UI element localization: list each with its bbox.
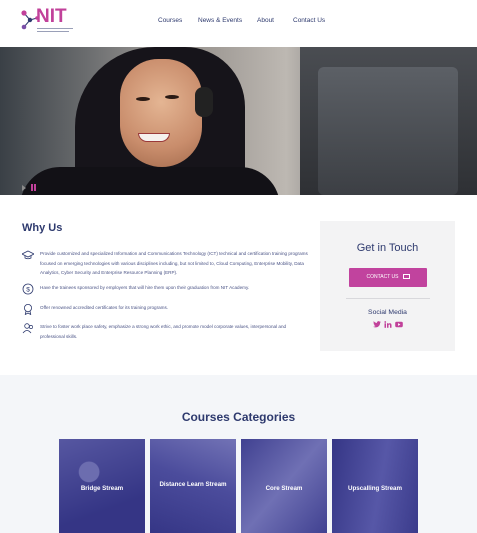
headset-icon	[195, 87, 213, 117]
envelope-icon	[402, 274, 410, 279]
users-icon	[22, 323, 33, 334]
hero-smile	[138, 133, 170, 142]
course-card-upscalling-stream[interactable]: Upscalling Stream	[332, 439, 418, 533]
youtube-icon[interactable]	[395, 321, 403, 328]
hero-eye	[165, 95, 179, 99]
play-icon[interactable]	[22, 185, 26, 191]
course-card-bridge-stream[interactable]: Bridge Stream	[59, 439, 145, 533]
contact-us-button[interactable]: CONTACT US	[349, 268, 427, 287]
dollar-icon: $	[22, 283, 34, 295]
certificate-icon	[24, 304, 32, 315]
pause-icon[interactable]	[31, 184, 36, 191]
divider	[346, 298, 430, 299]
course-card-label: Bridge Stream	[80, 485, 124, 492]
hero-monitor	[318, 67, 458, 195]
linkedin-icon[interactable]	[384, 321, 392, 328]
site-header: NIT Courses News & Events About Contact …	[0, 0, 477, 47]
nav-news-events[interactable]: News & Events	[198, 17, 242, 24]
courses-categories-title: Courses Categories	[181, 410, 296, 424]
site-logo[interactable]: NIT	[20, 6, 76, 38]
why-item-text: Offer renowned accredited certificates f…	[40, 305, 169, 310]
twitter-icon[interactable]	[373, 321, 381, 328]
nav-about[interactable]: About	[257, 17, 274, 24]
hero-shoulder	[20, 167, 280, 195]
graduation-cap-icon	[22, 250, 34, 260]
why-item-text: Provide customized and specialized Infor…	[40, 251, 308, 275]
get-in-touch-panel: Get in Touch CONTACT US Social Media	[320, 221, 455, 351]
logo-tagline	[37, 31, 69, 33]
hero-eye	[136, 97, 150, 101]
course-card-distance-learn-stream[interactable]: Distance Learn Stream	[150, 439, 236, 533]
hero-face	[120, 59, 202, 167]
why-item-text: Have the trainees sponsored by employers…	[40, 285, 250, 290]
nav-courses[interactable]: Courses	[158, 17, 182, 24]
get-in-touch-title: Get in Touch	[356, 242, 419, 254]
course-card-label: Distance Learn Stream	[159, 481, 227, 488]
why-us-title: Why Us	[22, 222, 63, 234]
logo-text: NIT	[36, 6, 67, 27]
svg-text:$: $	[26, 286, 30, 293]
nav-contact-us[interactable]: Contact Us	[293, 17, 325, 24]
hero-slider	[0, 47, 477, 195]
contact-us-label: CONTACT US	[366, 274, 399, 280]
course-card-label: Core Stream	[265, 485, 303, 492]
social-media-title: Social Media	[368, 309, 407, 316]
course-card-core-stream[interactable]: Core Stream	[241, 439, 327, 533]
logo-tagline	[37, 28, 73, 30]
why-item-text: Strive to foster work place safety, emph…	[40, 324, 287, 339]
course-card-label: Upscalling Stream	[348, 485, 402, 492]
